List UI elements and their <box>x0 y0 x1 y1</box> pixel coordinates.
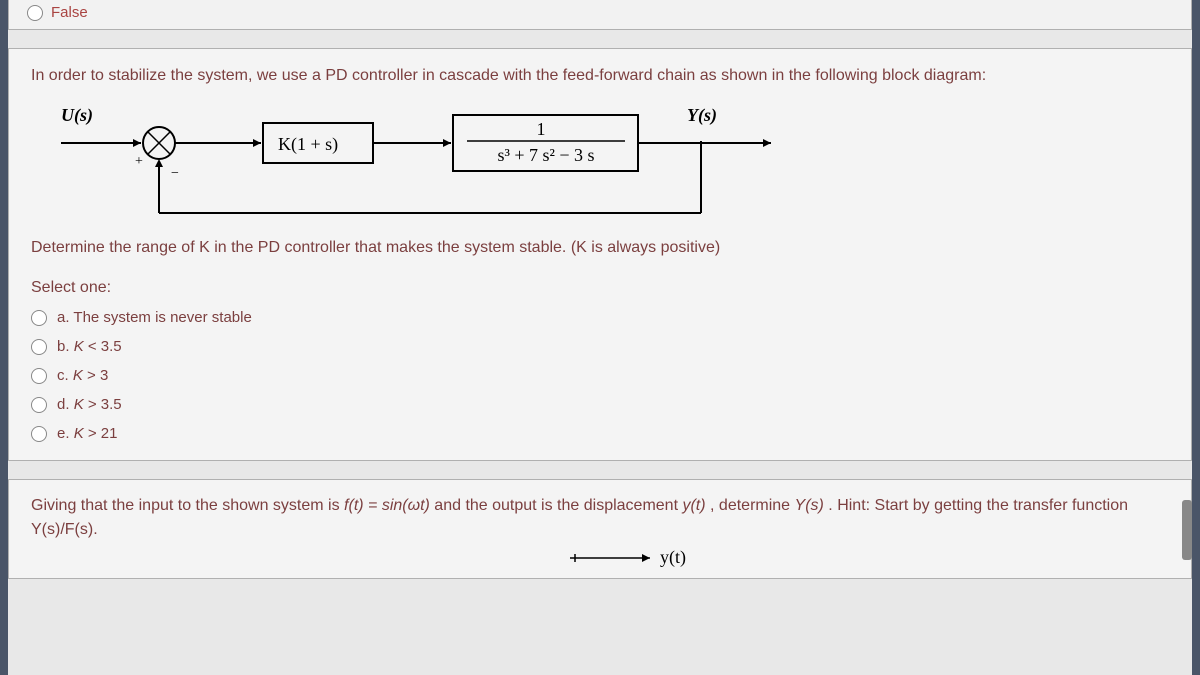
quiz-page: False In order to stabilize the system, … <box>8 0 1192 675</box>
radio-icon <box>31 397 47 413</box>
option-text: c. K > 3 <box>57 367 108 384</box>
radio-icon <box>31 339 47 355</box>
option-b[interactable]: b. K < 3.5 <box>31 332 1169 361</box>
radio-icon <box>27 5 43 21</box>
plant-denominator: s³ + 7 s² − 3 s <box>497 145 594 165</box>
plant-numerator: 1 <box>537 119 546 139</box>
radio-icon <box>31 368 47 384</box>
option-d[interactable]: d. K > 3.5 <box>31 390 1169 419</box>
option-label: False <box>51 4 88 21</box>
sum-plus: + <box>135 154 143 169</box>
nq-output-label: y(t) <box>660 548 686 568</box>
option-c[interactable]: c. K > 3 <box>31 361 1169 390</box>
controller-text: K(1 + s) <box>278 134 338 155</box>
radio-icon <box>31 426 47 442</box>
option-false[interactable]: False <box>9 0 1191 29</box>
next-question-block: Giving that the input to the shown syste… <box>8 479 1192 579</box>
output-label: Y(s) <box>687 105 717 126</box>
nq-text: Giving that the input to the shown syste… <box>31 497 1128 538</box>
input-label: U(s) <box>61 105 93 126</box>
option-text: b. K < 3.5 <box>57 338 122 355</box>
question-block: In order to stabilize the system, we use… <box>8 48 1192 461</box>
block-diagram: U(s) + − K(1 + s) <box>31 93 791 233</box>
block-diagram-svg: U(s) + − K(1 + s) <box>31 93 791 233</box>
select-one-label: Select one: <box>31 279 1169 297</box>
next-question-diagram-fragment: y(t) <box>31 548 1169 576</box>
option-text: a. The system is never stable <box>57 309 252 326</box>
sum-minus: − <box>171 166 179 181</box>
options-list: a. The system is never stable b. K < 3.5… <box>31 303 1169 448</box>
option-e[interactable]: e. K > 21 <box>31 419 1169 448</box>
option-text: d. K > 3.5 <box>57 396 122 413</box>
option-a[interactable]: a. The system is never stable <box>31 303 1169 332</box>
scrollbar-thumb[interactable] <box>1182 500 1192 560</box>
question-stem: In order to stabilize the system, we use… <box>31 67 1169 85</box>
option-text: e. K > 21 <box>57 425 117 442</box>
radio-icon <box>31 310 47 326</box>
previous-question-tail: False <box>8 0 1192 30</box>
determine-text: Determine the range of K in the PD contr… <box>31 239 1169 257</box>
